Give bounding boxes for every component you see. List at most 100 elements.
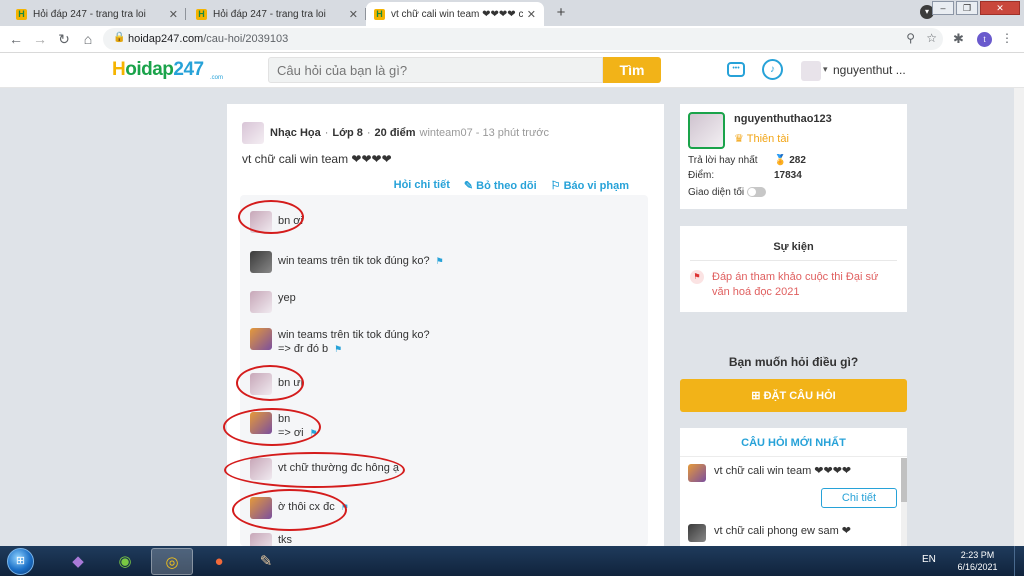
red-annotation-circle — [236, 365, 304, 401]
visual-studio-icon[interactable]: ◆ — [57, 548, 99, 575]
report-flag-icon[interactable]: ⚑ — [334, 344, 342, 354]
site-header: Hoidap247 .com Tìm ••• ♪ ▾ nguyenthut ..… — [0, 53, 1024, 88]
maximize-icon[interactable]: ❐ — [956, 1, 978, 15]
author-time: winteam07 - 13 phút trước — [419, 127, 550, 139]
profile-card: nguyenthuthao123 ♛ Thiên tài Trả lời hay… — [680, 104, 907, 209]
window-controls: – ❐ ✕ — [932, 1, 1020, 15]
user-menu-name[interactable]: nguyenthut ... — [833, 63, 906, 77]
commenter-avatar[interactable] — [250, 328, 272, 350]
latest-question-item[interactable]: vt chữ cali phong ew sam ❤ — [688, 524, 851, 542]
paint-icon[interactable]: ✎ — [245, 548, 287, 575]
comment-item: win teams trên tik tok đúng ko? => đr đó … — [250, 328, 430, 356]
report-link[interactable]: ⚐ Báo vi phạm — [551, 179, 629, 192]
ask-question-button[interactable]: ⊞ ĐẶT CÂU HỎI — [680, 379, 907, 412]
window-close-icon[interactable]: ✕ — [980, 1, 1020, 15]
back-arrow-icon[interactable]: ← — [8, 31, 24, 47]
browser-tab[interactable]: H Hỏi đáp 247 - trang tra loi ✕ — [188, 2, 366, 26]
browser-toolbar: ← → ↻ ⌂ 🔒 hoidap247.com/cau-hoi/2039103 … — [0, 26, 1024, 53]
best-answers-value: 🏅 282 — [774, 155, 806, 166]
question-actions: Hỏi chi tiết ✎ Bỏ theo dõi ⚐ Báo vi phạm — [394, 179, 629, 192]
avatar[interactable] — [801, 61, 821, 81]
browser-tab[interactable]: H Hỏi đáp 247 - trang tra loi ✕ — [8, 2, 186, 26]
latest-questions-card: CÂU HỎI MỚI NHẤT vt chữ cali win team ❤❤… — [680, 428, 907, 546]
grade-label[interactable]: Lớp 8 — [332, 127, 362, 139]
url-text: hoidap247.com/cau-hoi/2039103 — [128, 33, 289, 45]
profile-avatar-large[interactable] — [688, 112, 725, 149]
dark-mode-label: Giao diện tối — [688, 187, 745, 198]
zoom-icon[interactable]: ⚲ — [906, 31, 915, 45]
language-indicator[interactable]: EN — [922, 554, 936, 565]
event-item[interactable]: ⚑ Đáp án tham khảo cuộc thi Đại sứ văn h… — [690, 270, 892, 300]
points-label: 20 điểm — [374, 127, 416, 139]
extensions-puzzle-icon[interactable]: ✱ — [953, 31, 964, 47]
points-value: 17834 — [774, 170, 802, 181]
latest-question-text[interactable]: vt chữ cali win team ❤❤❤❤ — [714, 464, 851, 477]
site-logo[interactable]: Hoidap247 — [112, 59, 204, 81]
subject-label[interactable]: Nhạc Họa — [270, 127, 321, 139]
commenter-avatar[interactable] — [250, 251, 272, 273]
unfollow-link[interactable]: ✎ Bỏ theo dõi — [464, 179, 537, 192]
comment-text: yep — [278, 292, 296, 304]
tab-close-icon[interactable]: ✕ — [169, 8, 178, 21]
comment-item: tks — [250, 533, 292, 546]
asker-avatar[interactable] — [688, 524, 706, 542]
dark-mode-toggle[interactable] — [747, 187, 767, 198]
chrome-icon[interactable]: ◎ — [151, 548, 193, 575]
chevron-down-icon[interactable]: ▾ — [823, 64, 828, 75]
search-input[interactable] — [269, 58, 602, 82]
comment-text: win teams trên tik tok đúng ko? — [278, 329, 430, 341]
commenter-avatar[interactable] — [250, 291, 272, 313]
profile-name[interactable]: nguyenthuthao123 — [734, 113, 832, 125]
asker-avatar[interactable] — [242, 122, 264, 144]
site-logo-domain: .com — [210, 75, 224, 81]
forward-arrow-icon[interactable]: → — [32, 31, 48, 47]
latest-question-text[interactable]: vt chữ cali phong ew sam ❤ — [714, 524, 851, 537]
notification-bell-icon[interactable]: ♪ — [762, 59, 783, 80]
medal-icon: 🏅 — [774, 155, 787, 166]
detail-button[interactable]: Chi tiết — [821, 488, 897, 508]
bookmark-star-icon[interactable]: ☆ — [926, 31, 937, 45]
crown-icon: ♛ — [734, 133, 744, 145]
tab-close-icon[interactable]: ✕ — [349, 8, 358, 21]
browser-tab-active[interactable]: H vt chữ cali win team ❤❤❤❤ câu t ✕ — [366, 2, 544, 26]
home-icon[interactable]: ⌂ — [80, 31, 96, 47]
divider — [680, 456, 907, 457]
red-annotation-circle — [232, 489, 347, 531]
list-scrollbar[interactable] — [901, 458, 907, 546]
browser-tab-strip: H Hỏi đáp 247 - trang tra loi ✕ H Hỏi đá… — [0, 0, 1024, 26]
app-icon[interactable]: ◉ — [104, 548, 146, 575]
tab-title: Hỏi đáp 247 - trang tra loi — [213, 8, 326, 20]
search-button[interactable]: Tìm — [603, 57, 661, 83]
start-button-icon[interactable]: ⊞ — [7, 548, 34, 575]
show-desktop-button[interactable] — [1014, 546, 1024, 576]
event-link[interactable]: Đáp án tham khảo cuộc thi Đại sứ văn hoá… — [712, 270, 892, 300]
red-annotation-circle — [238, 200, 304, 234]
address-bar[interactable]: 🔒 hoidap247.com/cau-hoi/2039103 ⚲ ☆ — [103, 28, 943, 50]
minimize-icon[interactable]: – — [932, 1, 954, 15]
commenter-avatar[interactable] — [250, 533, 272, 546]
divider — [690, 260, 897, 261]
flag-icon: ⚑ — [690, 270, 704, 284]
reload-icon[interactable]: ↻ — [56, 31, 72, 47]
comment-item: win teams trên tik tok đúng ko? ⚑ — [250, 251, 444, 273]
lock-icon: 🔒 — [113, 32, 126, 43]
comment-text: win teams trên tik tok đúng ko? — [278, 255, 430, 267]
page-scrollbar[interactable] — [1014, 88, 1024, 546]
new-tab-icon[interactable]: + — [552, 4, 570, 22]
tab-close-icon[interactable]: ✕ — [527, 8, 536, 21]
browser-app-icon[interactable]: ● — [198, 548, 240, 575]
ask-detail-link[interactable]: Hỏi chi tiết — [394, 179, 450, 192]
points-label: Điểm: — [688, 170, 715, 181]
profile-avatar[interactable]: t — [977, 32, 992, 47]
browser-menu-icon[interactable]: ⋮ — [1001, 31, 1013, 45]
latest-question-item[interactable]: vt chữ cali win team ❤❤❤❤ — [688, 464, 851, 482]
windows-taskbar: ⊞ ◆ ◉ ◎ ● ✎ EN 2:23 PM 6/16/2021 — [0, 546, 1024, 576]
scrollbar-thumb[interactable] — [901, 458, 907, 502]
messages-icon[interactable]: ••• — [727, 62, 745, 77]
ask-prompt: Bạn muốn hỏi điều gì? — [728, 355, 859, 369]
tab-title: Hỏi đáp 247 - trang tra loi — [33, 8, 146, 20]
question-header: Nhạc Họa · Lớp 8 · 20 điểm winteam07 - 1… — [242, 122, 549, 144]
asker-avatar[interactable] — [688, 464, 706, 482]
report-flag-icon[interactable]: ⚑ — [436, 256, 444, 266]
system-clock[interactable]: 2:23 PM 6/16/2021 — [955, 549, 1000, 573]
